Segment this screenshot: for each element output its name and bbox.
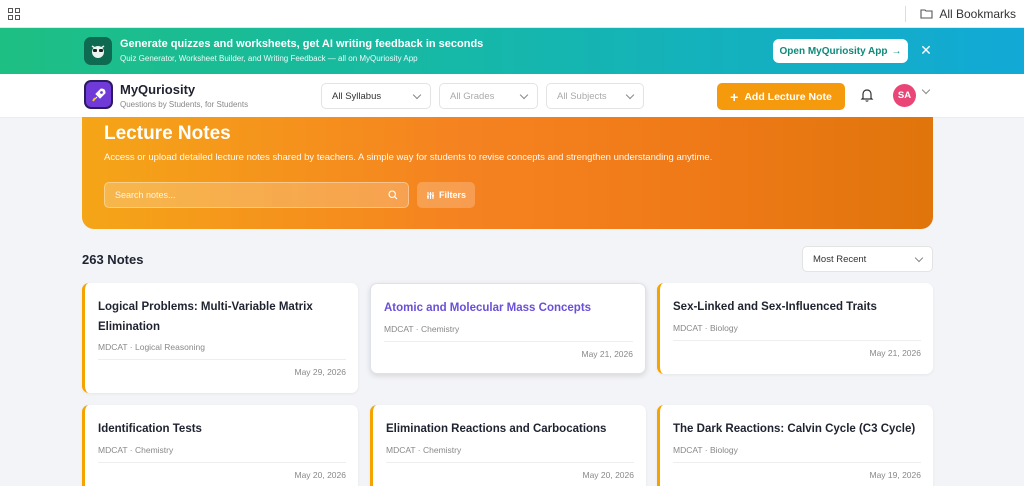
arrow-right-icon: → [891,45,902,57]
note-date: May 20, 2026 [294,470,346,480]
note-date: May 21, 2026 [581,349,633,359]
avatar[interactable]: SA [893,84,916,107]
rocket-logo-icon[interactable] [84,80,113,109]
filters-button[interactable]: Filters [417,182,475,208]
add-lecture-note-button[interactable]: + Add Lecture Note [717,83,845,110]
bookmarks-bar: All Bookmarks [0,0,1024,28]
note-title[interactable]: Identification Tests [98,419,348,439]
note-meta: MDCAT · Biology [673,323,738,333]
syllabus-select[interactable]: All Syllabus [321,83,431,109]
note-meta: MDCAT · Biology [673,445,738,455]
note-meta: MDCAT · Logical Reasoning [98,342,205,352]
note-card[interactable]: Identification Tests MDCAT · Chemistry M… [82,405,358,486]
note-title[interactable]: The Dark Reactions: Calvin Cycle (C3 Cyc… [673,419,923,439]
note-title[interactable]: Logical Problems: Multi-Variable Matrix … [98,297,348,337]
chevron-down-icon [519,90,529,99]
promo-banner: Generate quizzes and worksheets, get AI … [0,28,1024,74]
note-date: May 21, 2026 [869,348,921,358]
note-title[interactable]: Sex-Linked and Sex-Influenced Traits [673,297,923,317]
search-input[interactable]: Search notes... [104,182,409,208]
note-date: May 20, 2026 [582,470,634,480]
note-card[interactable]: The Dark Reactions: Calvin Cycle (C3 Cyc… [657,405,933,486]
hero-banner: Lecture Notes Access or upload detailed … [82,117,933,229]
note-card[interactable]: Logical Problems: Multi-Variable Matrix … [82,283,358,393]
bell-icon[interactable] [859,87,875,103]
sliders-icon [426,191,434,199]
promo-subtitle: Quiz Generator, Worksheet Builder, and W… [120,54,418,63]
subjects-select-value: All Subjects [557,90,607,102]
add-lecture-note-label: Add Lecture Note [744,90,832,103]
note-card[interactable]: Sex-Linked and Sex-Influenced Traits MDC… [657,283,933,374]
search-placeholder: Search notes... [115,190,176,200]
filters-label: Filters [438,190,466,200]
note-divider [673,340,921,341]
note-divider [384,341,633,342]
note-meta: MDCAT · Chemistry [386,445,462,455]
grades-select-value: All Grades [450,90,495,102]
note-divider [386,462,634,463]
note-date: May 29, 2026 [294,367,346,377]
chevron-down-icon [412,90,422,99]
note-card[interactable]: Atomic and Molecular Mass Concepts MDCAT… [370,283,646,374]
note-divider [98,359,346,360]
promo-title: Generate quizzes and worksheets, get AI … [120,38,484,50]
brand-name: MyQuriosity [120,82,196,97]
note-title[interactable]: Atomic and Molecular Mass Concepts [384,298,634,318]
sort-select-value: Most Recent [813,253,867,265]
syllabus-select-value: All Syllabus [332,90,382,102]
all-bookmarks-label: All Bookmarks [939,6,1016,21]
chevron-down-icon [625,90,635,99]
chevron-down-icon [914,253,924,262]
note-meta: MDCAT · Chemistry [98,445,174,455]
subjects-select[interactable]: All Subjects [546,83,644,109]
notes-count: 263 Notes [82,252,144,267]
note-card[interactable]: Elimination Reactions and Carbocations M… [370,405,646,486]
page-title: Lecture Notes [104,123,231,144]
chevron-down-icon[interactable] [921,85,931,95]
site-header: MyQuriosity Questions by Students, for S… [0,74,1024,118]
bookmarks-divider [905,5,907,22]
close-icon[interactable]: ✕ [918,42,934,58]
open-app-label: Open MyQuriosity App [779,45,888,57]
folder-icon [920,9,933,19]
sort-select[interactable]: Most Recent [802,246,933,272]
apps-grid-icon[interactable] [8,7,20,20]
brand-tagline: Questions by Students, for Students [120,100,249,109]
app-logo-icon [84,37,112,65]
note-divider [98,462,346,463]
page-description: Access or upload detailed lecture notes … [104,152,713,163]
note-divider [673,462,921,463]
open-app-button[interactable]: Open MyQuriosity App → [773,39,908,63]
plus-icon: + [730,88,739,105]
brand[interactable]: MyQuriosity Questions by Students, for S… [120,82,248,109]
note-date: May 19, 2026 [869,470,921,480]
grades-select[interactable]: All Grades [439,83,538,109]
note-meta: MDCAT · Chemistry [384,324,460,334]
note-title[interactable]: Elimination Reactions and Carbocations [386,419,636,439]
search-icon [388,190,398,200]
all-bookmarks-button[interactable]: All Bookmarks [905,5,1016,22]
